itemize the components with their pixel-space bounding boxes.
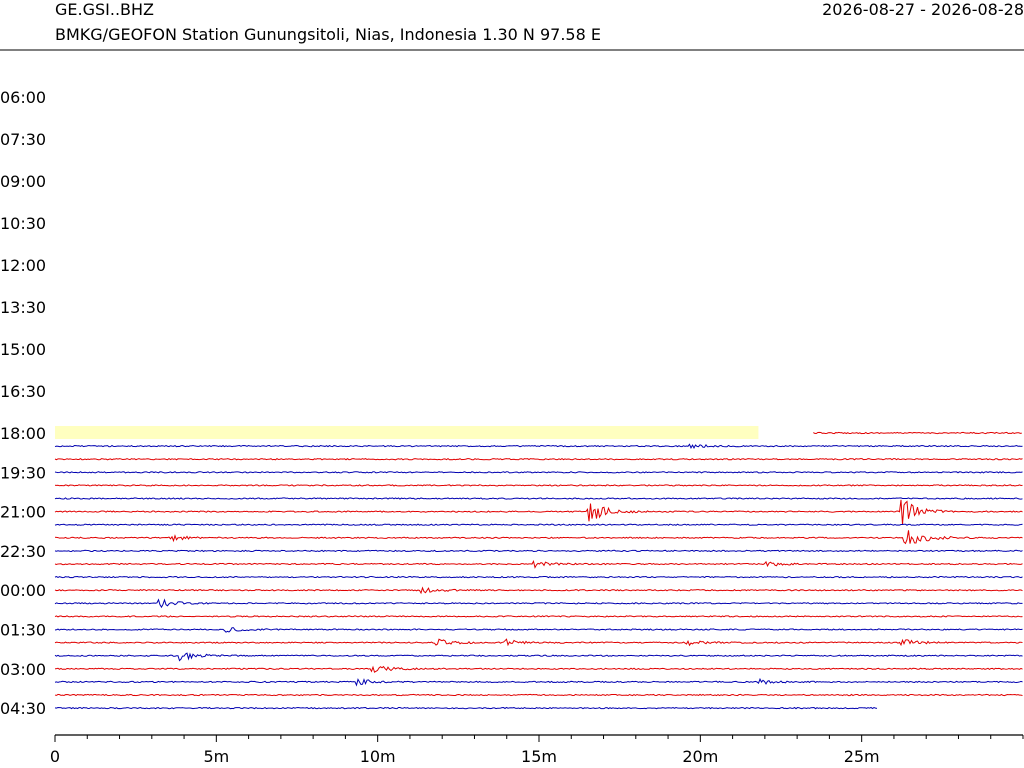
row-time-label: 16:30	[0, 382, 46, 401]
row-time-label: 18:00	[0, 424, 46, 443]
trace-line	[54, 559, 1023, 569]
x-tick-label: 0	[50, 747, 60, 766]
row-time-label: 15:00	[0, 340, 46, 359]
trace-line	[54, 638, 1023, 647]
row-time-label: 00:00	[0, 581, 46, 600]
row-time-label: 04:30	[0, 699, 46, 718]
trace-line	[54, 497, 1023, 500]
row-time-label: 06:00	[0, 88, 46, 107]
trace-line	[54, 598, 1023, 609]
x-tick-label: 5m	[203, 747, 229, 766]
row-time-label: 13:30	[0, 298, 46, 317]
x-tick-label: 15m	[521, 747, 557, 766]
trace-line	[54, 665, 1023, 673]
row-time-label: 22:30	[0, 542, 46, 561]
x-tick-label: 10m	[360, 747, 396, 766]
trace-line	[54, 575, 1023, 579]
trace-line	[813, 431, 1022, 435]
trace-line	[54, 523, 1023, 526]
current-row-highlight	[55, 426, 759, 439]
trace-line	[54, 484, 1023, 487]
trace-line	[54, 457, 1023, 461]
x-tick-label: 20m	[682, 747, 718, 766]
trace-line	[54, 471, 1023, 474]
trace-line	[54, 615, 1023, 618]
helicorder-plot: 06:00 07:30 09:00 10:30 12:00 13:30 15:00 16:30…	[0, 49, 1024, 766]
row-time-label: 09:00	[0, 172, 46, 191]
trace-line	[54, 443, 1023, 449]
trace-line	[54, 627, 1023, 633]
row-time-label: 19:30	[0, 463, 46, 482]
trace-line	[54, 652, 1023, 662]
trace-line	[54, 706, 878, 710]
row-time-label: 12:00	[0, 256, 46, 275]
trace-line	[54, 499, 1023, 525]
x-tick-label: 25m	[844, 747, 880, 766]
trace-line	[54, 693, 1023, 697]
row-time-label: 03:00	[0, 660, 46, 679]
trace-line	[54, 586, 1023, 595]
row-time-label: 07:30	[0, 130, 46, 149]
trace-line	[54, 530, 1023, 545]
trace-line	[54, 677, 1023, 687]
row-time-label: 10:30	[0, 214, 46, 233]
row-time-label: 01:30	[0, 621, 46, 640]
row-time-label: 21:00	[0, 503, 46, 522]
trace-line	[54, 549, 1023, 553]
